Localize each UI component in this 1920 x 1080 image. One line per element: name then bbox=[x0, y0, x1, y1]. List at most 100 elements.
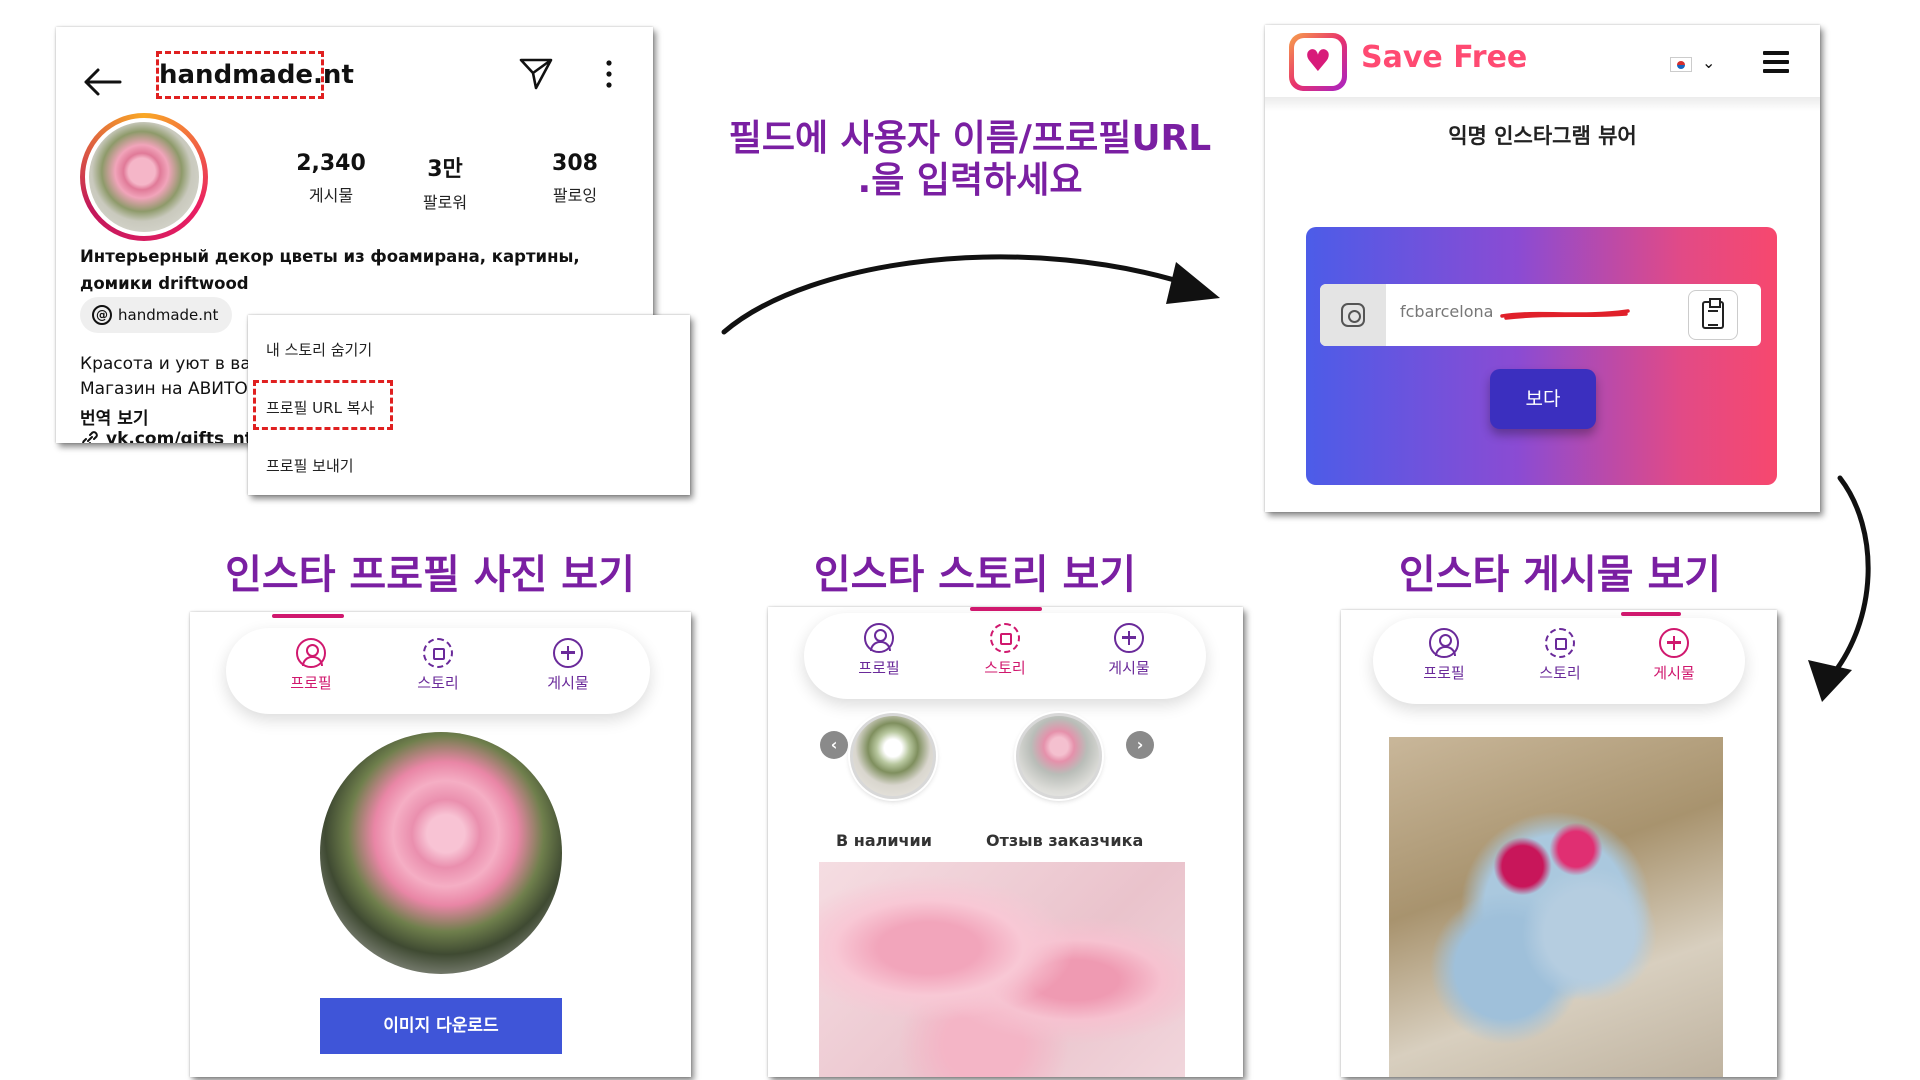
story-highlight-1[interactable] bbox=[850, 713, 936, 799]
section-title-story: 인스타 스토리 보기 bbox=[813, 552, 1137, 598]
hamburger-menu-icon[interactable] bbox=[1763, 51, 1789, 73]
following-stat[interactable]: 308 팔로잉 bbox=[520, 151, 630, 206]
tab-story-label: 스토리 bbox=[1539, 664, 1581, 682]
view-button[interactable]: 보다 bbox=[1490, 369, 1596, 429]
story-icon bbox=[423, 638, 453, 668]
following-count: 308 bbox=[552, 151, 598, 176]
translate-link[interactable]: 번역 보기 bbox=[80, 404, 148, 429]
posts-stat[interactable]: 2,340 게시물 bbox=[276, 151, 386, 206]
profile-photo-preview bbox=[320, 732, 562, 974]
paste-button[interactable] bbox=[1688, 290, 1738, 340]
avatar-photo bbox=[85, 118, 203, 236]
section-title-post: 인스타 게시물 보기 bbox=[1398, 552, 1722, 598]
profile-avatar[interactable] bbox=[80, 113, 208, 241]
add-post-icon bbox=[553, 638, 583, 668]
instruction-line-2: .을 입력하세요 bbox=[857, 160, 1083, 201]
story-icon bbox=[990, 623, 1020, 653]
instruction-line-1: 필드에 사용자 이름/프로필URL bbox=[728, 118, 1212, 159]
story-highlight-2[interactable] bbox=[1016, 713, 1102, 799]
profile-icon bbox=[864, 623, 894, 653]
chevron-down-icon[interactable]: ⌄ bbox=[1702, 53, 1715, 72]
active-tab-indicator bbox=[970, 607, 1042, 611]
profile-bio: Интерьерный декор цветы из фоамирана, ка… bbox=[80, 247, 580, 293]
story-highlight-label-1: В наличии bbox=[836, 831, 932, 850]
tab-post-label: 게시물 bbox=[1653, 664, 1695, 682]
tab-profile-label: 프로필 bbox=[1423, 664, 1465, 682]
instruction-text: 필드에 사용자 이름/프로필URL .을 입력하세요 bbox=[700, 118, 1240, 202]
clipboard-icon bbox=[1702, 298, 1724, 329]
active-tab-indicator bbox=[272, 614, 344, 618]
bio-line-1: Красота и уют в ва bbox=[80, 354, 251, 374]
tab-bar: 프로필 스토리 게시물 bbox=[226, 614, 650, 714]
profile-username: handmade.nt bbox=[156, 51, 354, 99]
heart-icon: ♥ bbox=[1304, 44, 1332, 79]
search-input[interactable]: fcbarcelona bbox=[1400, 302, 1493, 321]
back-arrow-icon[interactable] bbox=[82, 67, 122, 97]
download-image-button[interactable]: 이미지 다운로드 bbox=[320, 998, 562, 1054]
tab-post-label: 게시물 bbox=[547, 674, 589, 692]
tab-post[interactable]: 게시물 bbox=[1074, 623, 1184, 678]
curved-arrow-icon bbox=[721, 254, 1220, 335]
search-field[interactable]: fcbarcelona bbox=[1320, 284, 1761, 346]
profile-link-text: vk.com/gifts_nt_ bbox=[106, 429, 262, 443]
threads-handle: handmade.nt bbox=[118, 306, 219, 324]
story-prev-icon[interactable]: ‹ bbox=[820, 731, 848, 759]
profile-photo-card: 프로필 스토리 게시물 이미지 다운로드 bbox=[190, 612, 691, 1077]
following-label: 팔로잉 bbox=[552, 186, 598, 205]
add-post-icon bbox=[1659, 628, 1689, 658]
more-options-icon[interactable] bbox=[604, 59, 614, 89]
story-viewer-card: 프로필 스토리 게시물 ‹ › В наличии Отзыв заказчик… bbox=[768, 607, 1243, 1077]
tab-post[interactable]: 게시물 bbox=[1619, 628, 1729, 683]
bio-line-2: Магазин на АВИТО bbox=[80, 379, 248, 399]
profile-context-menu: 내 스토리 숨기기 프로필 URL 복사 프로필 보내기 bbox=[248, 315, 690, 495]
story-highlight-label-2: Отзыв заказчика bbox=[986, 831, 1144, 850]
followers-stat[interactable]: 3만 팔로워 bbox=[390, 151, 500, 213]
menu-item-copy-profile-url[interactable]: 프로필 URL 복사 bbox=[266, 397, 374, 418]
menu-item-send-profile[interactable]: 프로필 보내기 bbox=[266, 455, 354, 476]
story-icon bbox=[1545, 628, 1575, 658]
search-panel: fcbarcelona 보다 bbox=[1306, 227, 1777, 485]
tab-bar: 프로필 스토리 게시물 bbox=[804, 607, 1206, 699]
tab-profile[interactable]: 프로필 bbox=[824, 623, 934, 678]
post-viewer-card: 프로필 스토리 게시물 bbox=[1341, 610, 1777, 1077]
tab-profile[interactable]: 프로필 bbox=[1389, 628, 1499, 683]
profile-icon bbox=[1429, 628, 1459, 658]
logo-inner: ♥ bbox=[1294, 38, 1342, 86]
savefree-logo[interactable]: ♥ bbox=[1289, 33, 1347, 91]
post-image bbox=[1389, 737, 1723, 1077]
tab-story[interactable]: 스토리 bbox=[1505, 628, 1615, 683]
followers-label: 팔로워 bbox=[422, 193, 468, 212]
savefree-viewer-card: ♥ Save Free ⌄ 익명 인스타그램 뷰어 fcbarcelona 보다 bbox=[1265, 25, 1820, 512]
threads-icon: @ bbox=[92, 305, 112, 325]
followers-count: 3만 bbox=[427, 157, 463, 182]
profile-icon bbox=[296, 638, 326, 668]
send-icon[interactable] bbox=[518, 55, 554, 91]
tab-post-label: 게시물 bbox=[1108, 659, 1150, 677]
menu-item-hide-story[interactable]: 내 스토리 숨기기 bbox=[266, 339, 372, 360]
story-next-icon[interactable]: › bbox=[1126, 731, 1154, 759]
tab-profile[interactable]: 프로필 bbox=[256, 638, 366, 693]
tab-story[interactable]: 스토리 bbox=[950, 623, 1060, 678]
header-divider bbox=[1265, 97, 1820, 111]
korea-flag-icon[interactable] bbox=[1670, 57, 1692, 72]
page-subtitle: 익명 인스타그램 뷰어 bbox=[1448, 124, 1637, 148]
add-post-icon bbox=[1114, 623, 1144, 653]
profile-link[interactable]: vk.com/gifts_nt_ bbox=[80, 429, 261, 443]
active-tab-indicator bbox=[1621, 612, 1681, 616]
tab-story[interactable]: 스토리 bbox=[383, 638, 493, 693]
brand-name[interactable]: Save Free bbox=[1361, 40, 1527, 75]
threads-badge[interactable]: @ handmade.nt bbox=[80, 297, 233, 333]
tab-story-label: 스토리 bbox=[417, 674, 459, 692]
story-image bbox=[819, 862, 1185, 1077]
tab-post[interactable]: 게시물 bbox=[513, 638, 623, 693]
redaction-scribble bbox=[1500, 309, 1630, 320]
tab-profile-label: 프로필 bbox=[290, 674, 332, 692]
tab-profile-label: 프로필 bbox=[858, 659, 900, 677]
section-title-profile: 인스타 프로필 사진 보기 bbox=[225, 552, 635, 598]
posts-label: 게시물 bbox=[308, 186, 354, 205]
tab-bar: 프로필 스토리 게시물 bbox=[1373, 612, 1745, 704]
posts-count: 2,340 bbox=[296, 151, 366, 176]
instagram-icon bbox=[1320, 284, 1386, 346]
link-icon bbox=[82, 431, 98, 443]
tab-story-label: 스토리 bbox=[984, 659, 1026, 677]
